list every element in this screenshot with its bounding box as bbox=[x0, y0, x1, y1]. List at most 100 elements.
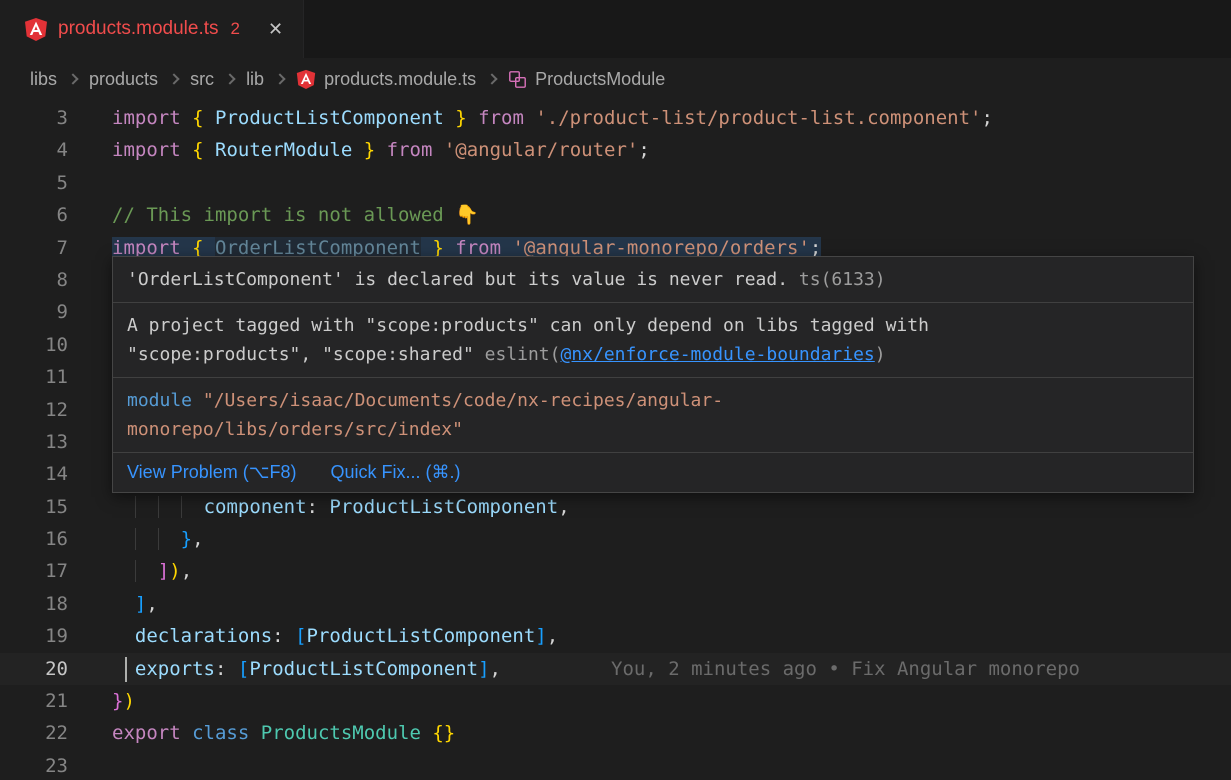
code-line[interactable]: 19 declarations: [ProductListComponent], bbox=[0, 620, 1231, 652]
code-token: ; bbox=[981, 107, 992, 129]
editor[interactable]: 3import { ProductListComponent } from '.… bbox=[0, 100, 1231, 780]
line-number[interactable]: 23 bbox=[0, 750, 68, 780]
code-token bbox=[524, 107, 535, 129]
line-number[interactable]: 19 bbox=[0, 620, 68, 652]
code-line[interactable]: 16 }, bbox=[0, 523, 1231, 555]
code-line[interactable]: 21}) bbox=[0, 685, 1231, 717]
code-line[interactable]: 18 ], bbox=[0, 588, 1231, 620]
line-number[interactable]: 5 bbox=[0, 167, 68, 199]
line-number[interactable]: 16 bbox=[0, 523, 68, 555]
line-number[interactable]: 7 bbox=[0, 232, 68, 264]
code-token: ProductListComponent bbox=[215, 107, 444, 129]
line-number[interactable]: 11 bbox=[0, 361, 68, 393]
symbol-class-icon bbox=[508, 70, 527, 89]
code-token: ; bbox=[638, 139, 649, 161]
breadcrumb-item-file[interactable]: products.module.ts bbox=[296, 69, 476, 90]
code-token: ] bbox=[135, 593, 146, 615]
code-text: import { ProductListComponent } from './… bbox=[68, 102, 1231, 134]
line-number[interactable]: 14 bbox=[0, 458, 68, 490]
breadcrumb-item-products[interactable]: products bbox=[89, 69, 158, 90]
code-token: exports bbox=[135, 658, 215, 680]
tab-bar: products.module.ts 2 ✕ bbox=[0, 0, 1231, 58]
breadcrumb-item-libs[interactable]: libs bbox=[30, 69, 57, 90]
line-number[interactable]: 22 bbox=[0, 717, 68, 749]
code-line[interactable]: 6// This import is not allowed 👇 bbox=[0, 199, 1231, 231]
code-token bbox=[181, 496, 204, 518]
tab-products-module[interactable]: products.module.ts 2 ✕ bbox=[0, 0, 304, 58]
module-info-line1: module "/Users/isaac/Documents/code/nx-r… bbox=[127, 386, 1179, 415]
code-token: } bbox=[455, 107, 466, 129]
diagnostic-source-prefix: eslint( bbox=[474, 344, 561, 365]
code-token: '@angular/router' bbox=[444, 139, 638, 161]
code-token: { bbox=[192, 107, 203, 129]
rule-link[interactable]: @nx/enforce-module-boundaries bbox=[560, 344, 874, 365]
code-text: import { RouterModule } from '@angular/r… bbox=[68, 134, 1231, 166]
code-token: from bbox=[478, 107, 524, 129]
code-token: , bbox=[547, 625, 558, 647]
code-token: , bbox=[181, 560, 192, 582]
diagnostic-message: "scope:products", "scope:shared" bbox=[127, 344, 474, 365]
breadcrumb-item-src[interactable]: src bbox=[190, 69, 214, 90]
line-number[interactable]: 21 bbox=[0, 685, 68, 717]
chevron-right-icon bbox=[67, 73, 78, 84]
code-token: class bbox=[192, 722, 249, 744]
code-token bbox=[135, 496, 158, 518]
code-line[interactable]: 3import { ProductListComponent } from '.… bbox=[0, 102, 1231, 134]
code-token: , bbox=[558, 496, 569, 518]
code-token: ] bbox=[478, 658, 489, 680]
code-line[interactable]: 22export class ProductsModule {} bbox=[0, 717, 1231, 749]
line-number[interactable]: 4 bbox=[0, 134, 68, 166]
code-token: , bbox=[146, 593, 157, 615]
quick-fix-button[interactable]: Quick Fix... (⌘.) bbox=[330, 462, 460, 483]
code-token bbox=[112, 625, 135, 647]
line-number[interactable]: 3 bbox=[0, 102, 68, 134]
ts-diagnostic: 'OrderListComponent' is declared but its… bbox=[113, 257, 1193, 303]
code-token bbox=[112, 593, 135, 615]
line-number[interactable]: 12 bbox=[0, 394, 68, 426]
line-number[interactable]: 10 bbox=[0, 329, 68, 361]
code-token bbox=[249, 722, 260, 744]
code-token: : bbox=[215, 658, 238, 680]
chevron-right-icon bbox=[274, 73, 285, 84]
code-token bbox=[135, 528, 158, 550]
code-line[interactable]: 4import { RouterModule } from '@angular/… bbox=[0, 134, 1231, 166]
code-token: 👇 bbox=[455, 204, 479, 226]
close-icon[interactable]: ✕ bbox=[268, 19, 283, 40]
code-line[interactable]: 17 ]), bbox=[0, 555, 1231, 587]
module-keyword: module bbox=[127, 390, 192, 411]
code-line[interactable]: 23 bbox=[0, 750, 1231, 780]
line-number[interactable]: 8 bbox=[0, 264, 68, 296]
code-line[interactable]: 5 bbox=[0, 167, 1231, 199]
code-text: }, bbox=[68, 523, 1231, 555]
code-token bbox=[204, 107, 215, 129]
code-token: , bbox=[490, 658, 501, 680]
line-number[interactable]: 9 bbox=[0, 296, 68, 328]
line-number[interactable]: 18 bbox=[0, 588, 68, 620]
eslint-diagnostic: A project tagged with "scope:products" c… bbox=[113, 303, 1193, 378]
blame-annotation: You, 2 minutes ago • Fix Angular monorep… bbox=[611, 658, 1080, 680]
code-token bbox=[352, 139, 363, 161]
line-number[interactable]: 15 bbox=[0, 491, 68, 523]
line-number[interactable]: 20 bbox=[0, 653, 68, 685]
code-text: ], bbox=[68, 588, 1231, 620]
code-line[interactable]: 15 component: ProductListComponent, bbox=[0, 491, 1231, 523]
breadcrumb-item-symbol[interactable]: ProductsModule bbox=[508, 69, 665, 90]
code-token bbox=[375, 139, 386, 161]
code-token bbox=[432, 139, 443, 161]
code-token: RouterModule bbox=[215, 139, 352, 161]
code-token: } bbox=[112, 690, 123, 712]
line-number[interactable]: 17 bbox=[0, 555, 68, 587]
code-token bbox=[158, 528, 181, 550]
diagnostic-message-line2: "scope:products", "scope:shared" eslint(… bbox=[127, 340, 1179, 369]
code-line[interactable]: 20 exports: [ProductListComponent],You, … bbox=[0, 653, 1231, 685]
diagnostic-message: 'OrderListComponent' is declared but its… bbox=[127, 269, 788, 290]
line-number[interactable]: 13 bbox=[0, 426, 68, 458]
code-token: : bbox=[307, 496, 330, 518]
view-problem-button[interactable]: View Problem (⌥F8) bbox=[127, 462, 296, 483]
code-text: // This import is not allowed 👇 bbox=[68, 199, 1231, 231]
line-number[interactable]: 6 bbox=[0, 199, 68, 231]
angular-icon bbox=[296, 69, 316, 89]
code-text: export class ProductsModule {} bbox=[68, 717, 1231, 749]
breadcrumb-item-lib[interactable]: lib bbox=[246, 69, 264, 90]
code-token: './product-list/product-list.component' bbox=[535, 107, 981, 129]
